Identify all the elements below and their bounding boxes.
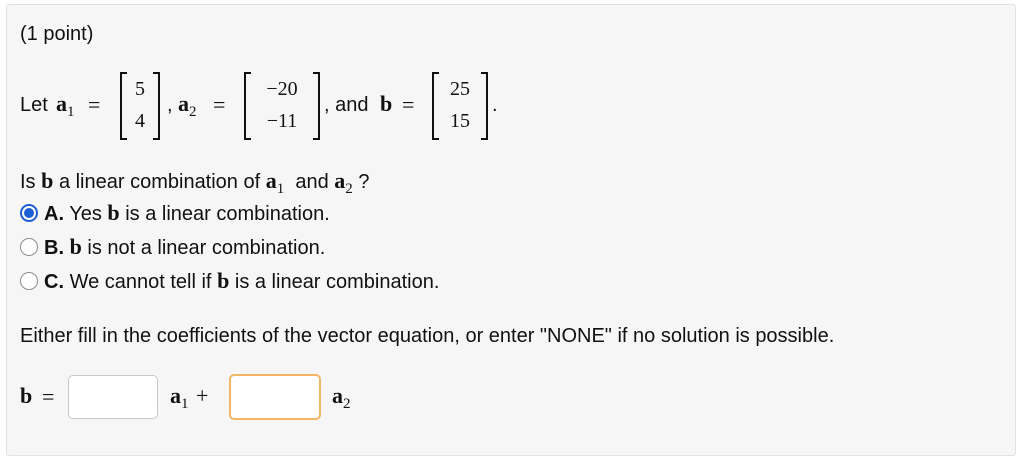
vector-a1-label: a1 [56,91,75,120]
option-c[interactable]: C. We cannot tell if b is a linear combi… [44,268,439,294]
equals-sign: = [402,92,415,117]
matrix-b-entry: 25 [450,78,470,100]
matrix-a1-entry: 4 [135,110,145,132]
vector-a2-label: a2 [178,91,197,120]
matrix-a2-entry: −11 [266,110,298,132]
equals-sign: = [88,92,101,117]
instruction-text: Either fill in the coefficients of the v… [20,325,835,347]
let-label: Let [20,94,48,116]
coefficient-a1-input[interactable] [68,375,158,419]
vector-b-label: b [380,91,393,116]
period: . [492,94,498,116]
equation-a2-label: a2 [332,383,351,412]
question-text: Is b a linear combination of a1 and a2 ? [20,168,370,197]
equation-a1-label: a1 [170,383,189,412]
comma: , [167,94,173,116]
matrix-a2: −20 −11 [244,72,320,140]
option-a[interactable]: A. Yes b is a linear combination. [44,200,330,226]
option-b[interactable]: B. b is not a linear combination. [44,234,325,260]
coefficient-a2-input[interactable] [229,374,321,420]
equation-b-label: b [20,383,33,408]
option-a-radio[interactable] [20,204,38,222]
option-b-radio[interactable] [20,238,38,256]
equals-sign: = [213,92,226,117]
and-label: , and [324,94,369,116]
matrix-a1: 5 4 [120,72,160,140]
matrix-a2-entry: −20 [266,78,298,100]
matrix-a1-entry: 5 [135,78,145,100]
option-c-radio[interactable] [20,272,38,290]
equals-sign: = [42,384,55,409]
matrix-b-entry: 15 [450,110,470,132]
matrix-b: 25 15 [432,72,488,140]
plus-sign: + [196,383,209,408]
points-label: (1 point) [20,23,94,45]
